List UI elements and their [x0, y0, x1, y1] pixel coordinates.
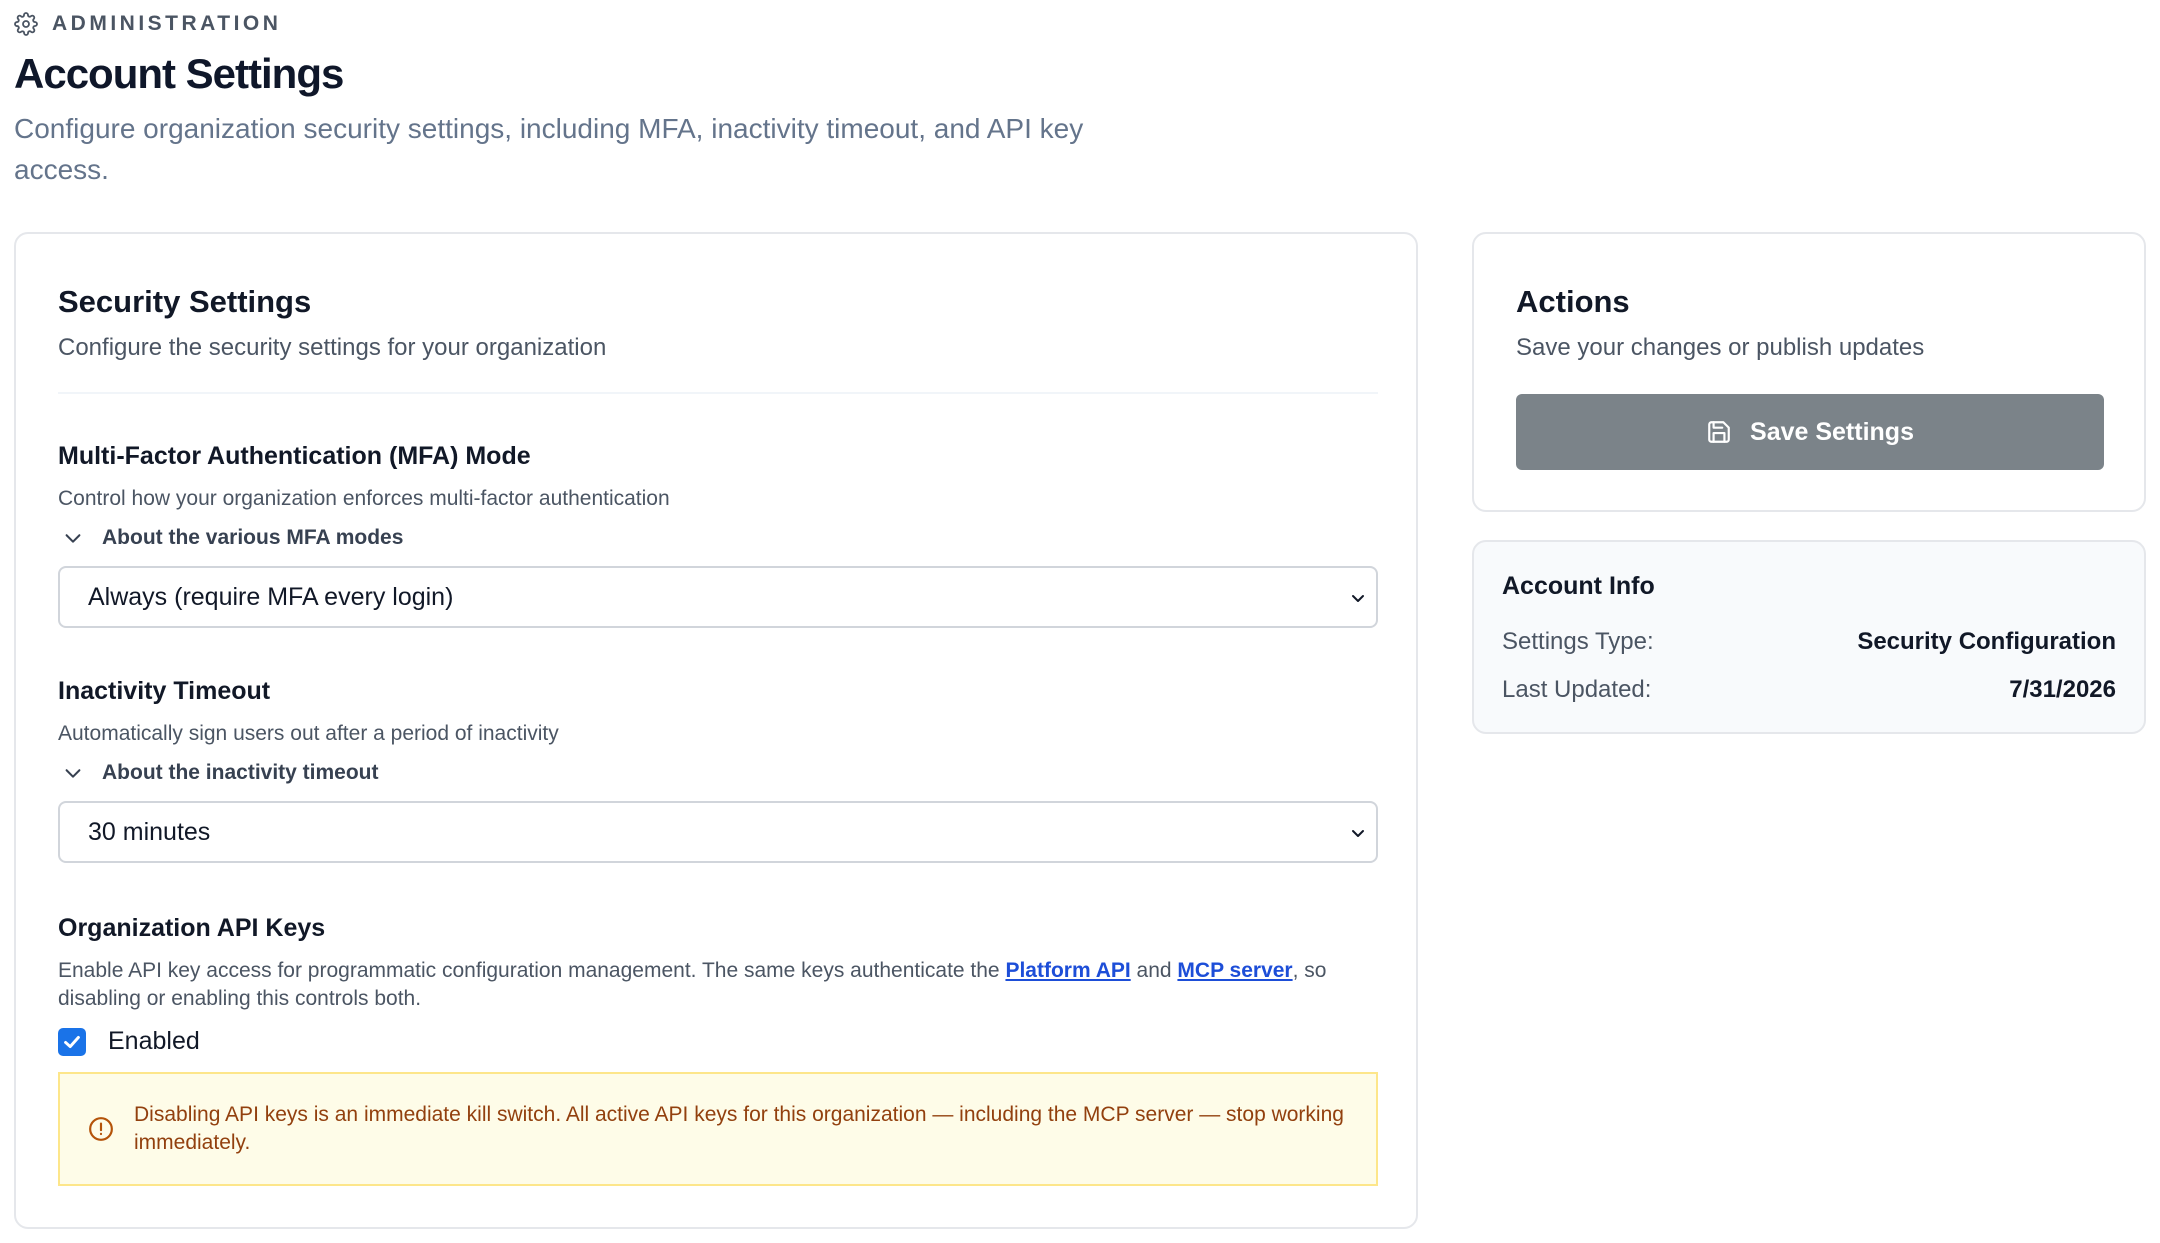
- mfa-section: Multi-Factor Authentication (MFA) Mode C…: [58, 442, 1378, 628]
- api-desc-text: Enable API key access for programmatic c…: [58, 959, 1006, 982]
- mfa-title: Multi-Factor Authentication (MFA) Mode: [58, 442, 531, 470]
- check-icon: [64, 1035, 80, 1048]
- page: ADMINISTRATION Account Settings Configur…: [0, 0, 2160, 1243]
- actions-subtitle: Save your changes or publish updates: [1516, 334, 1925, 361]
- inactivity-timeout-section: Inactivity Timeout Automatically sign us…: [58, 677, 1378, 863]
- actions-title: Actions: [1516, 284, 1630, 319]
- last-updated-row: Last Updated: 7/31/2026: [1502, 676, 2116, 704]
- actions-card: Actions Save your changes or publish upd…: [1472, 232, 2146, 512]
- timeout-disclosure[interactable]: About the inactivity timeout: [58, 761, 1378, 785]
- api-keys-checkbox[interactable]: [58, 1027, 86, 1056]
- chevron-down-icon: [65, 534, 81, 543]
- page-title: Account Settings: [14, 50, 344, 97]
- alert-circle-icon: [89, 1117, 113, 1141]
- page-description: Configure organization security settings…: [14, 113, 1084, 185]
- security-settings-card: Security Settings Configure the security…: [14, 232, 1418, 1229]
- settings-type-row: Settings Type: Security Configuration: [1502, 628, 2116, 656]
- settings-type-label: Settings Type:: [1502, 628, 1654, 655]
- timeout-description: Automatically sign users out after a per…: [58, 722, 559, 745]
- timeout-title: Inactivity Timeout: [58, 677, 271, 705]
- mfa-modes-disclosure[interactable]: About the various MFA modes: [58, 526, 1378, 550]
- chevron-down-icon: [1352, 830, 1364, 837]
- api-keys-checkbox-label: Enabled: [108, 1027, 200, 1055]
- account-info-title: Account Info: [1502, 572, 1655, 600]
- save-settings-label: Save Settings: [1750, 417, 1914, 446]
- account-info-card: Account Info Settings Type: Security Con…: [1472, 540, 2146, 734]
- platform-api-link[interactable]: Platform API: [1005, 959, 1130, 982]
- mfa-mode-selected: Always (require MFA every login): [88, 582, 454, 611]
- mfa-mode-select[interactable]: Always (require MFA every login): [58, 566, 1378, 628]
- mfa-description: Control how your organization enforces m…: [58, 487, 670, 510]
- api-desc-and: and: [1130, 959, 1178, 982]
- settings-type-value: Security Configuration: [1857, 628, 2116, 655]
- warning-text: Disabling API keys is an immediate kill …: [134, 1103, 1344, 1154]
- last-updated-value: 7/31/2026: [2009, 676, 2116, 703]
- api-keys-description: Enable API key access for programmatic c…: [58, 957, 1378, 1013]
- api-keys-title: Organization API Keys: [58, 914, 326, 942]
- mfa-disclosure-label: About the various MFA modes: [102, 526, 404, 549]
- save-icon: [1708, 421, 1730, 443]
- timeout-disclosure-label: About the inactivity timeout: [102, 761, 379, 784]
- api-keys-section: Organization API Keys Enable API key acc…: [58, 914, 1378, 1186]
- chevron-down-icon: [1352, 595, 1364, 602]
- inactivity-timeout-select[interactable]: 30 minutes: [58, 801, 1378, 863]
- timeout-selected: 30 minutes: [88, 817, 211, 846]
- security-settings-subtitle: Configure the security settings for your…: [58, 334, 607, 361]
- security-settings-title: Security Settings: [58, 284, 312, 319]
- mcp-server-link[interactable]: MCP server: [1177, 959, 1292, 982]
- chevron-down-icon: [65, 769, 81, 778]
- api-keys-warning: Disabling API keys is an immediate kill …: [58, 1072, 1378, 1186]
- eyebrow-label: ADMINISTRATION: [52, 12, 282, 35]
- divider: [58, 392, 1378, 394]
- last-updated-label: Last Updated:: [1502, 676, 1652, 703]
- gear-icon: [14, 12, 38, 36]
- api-keys-enabled-toggle[interactable]: Enabled: [58, 1027, 1378, 1056]
- save-settings-button[interactable]: Save Settings: [1516, 394, 2104, 470]
- breadcrumb: ADMINISTRATION: [14, 12, 281, 36]
